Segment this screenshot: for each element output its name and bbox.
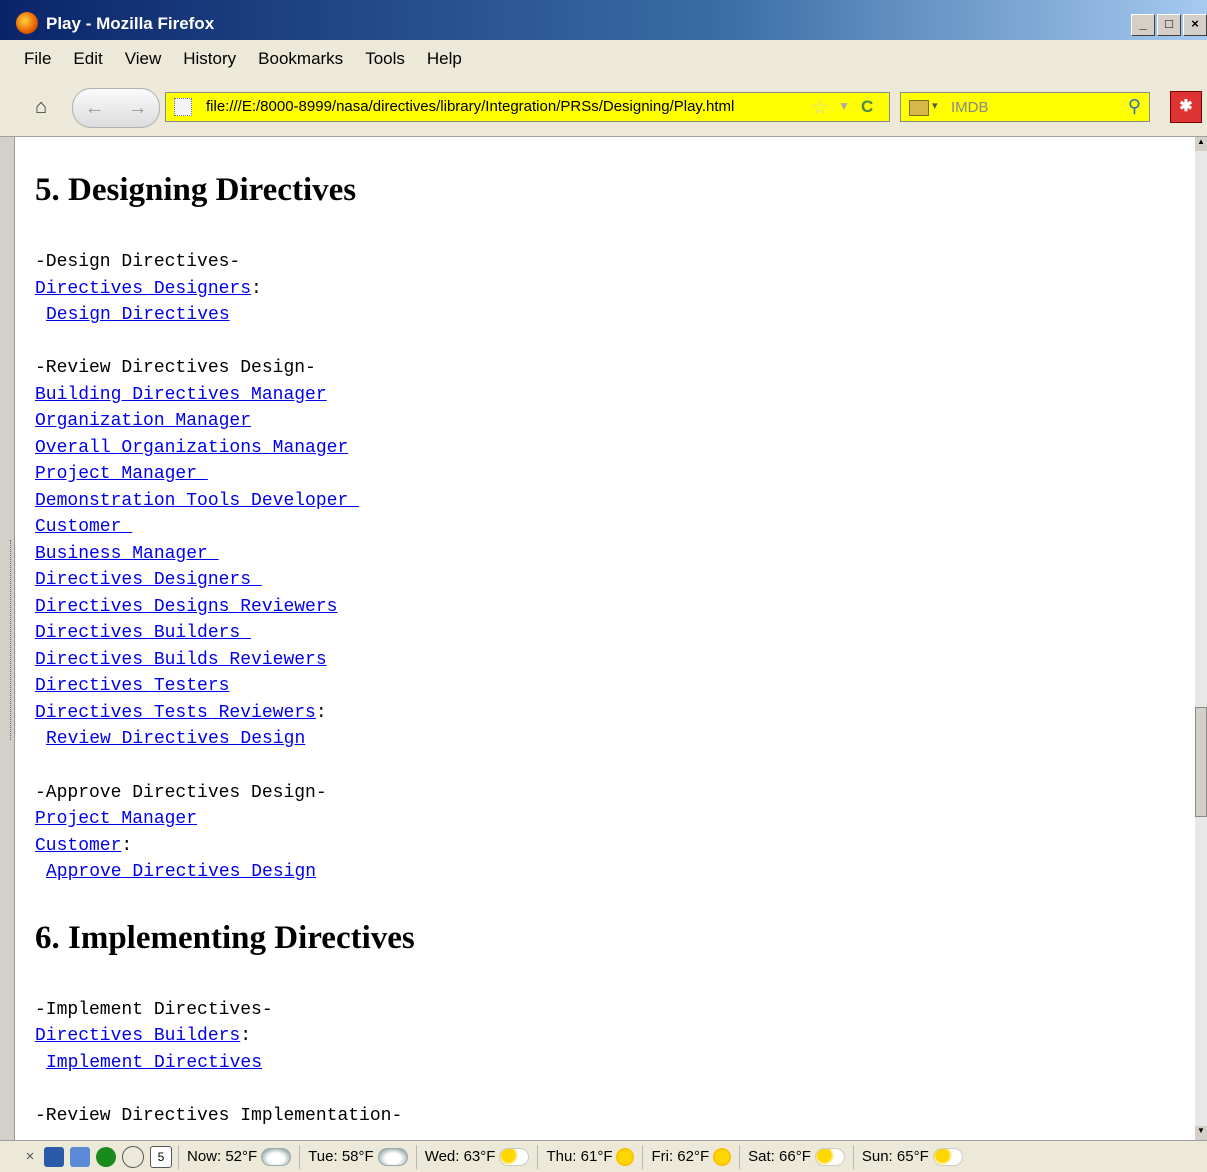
- forecast-thu[interactable]: Thu: 61°F: [537, 1144, 642, 1169]
- role-link[interactable]: Demonstration Tools Developer: [35, 491, 359, 511]
- design-directives-label: -Design Directives-: [35, 252, 241, 272]
- window-title-bar: Play - Mozilla Firefox _ □ ×: [0, 0, 1207, 40]
- menu-history[interactable]: History: [183, 49, 236, 69]
- sp-extension-icon[interactable]: [70, 1146, 90, 1167]
- role-link[interactable]: Project Manager: [35, 464, 208, 484]
- scroll-thumb[interactable]: [1195, 707, 1207, 817]
- role-link[interactable]: Project Manager: [35, 809, 197, 829]
- url-text[interactable]: file:///E:/8000-8999/nasa/directives/lib…: [206, 98, 734, 115]
- role-link[interactable]: Directives Testers: [35, 676, 229, 696]
- search-placeholder[interactable]: IMDB: [951, 99, 989, 116]
- maximize-button[interactable]: □: [1157, 14, 1181, 36]
- design-directives-link[interactable]: Design Directives: [46, 305, 230, 325]
- forward-arrow-icon[interactable]: →: [128, 97, 148, 120]
- back-arrow-icon[interactable]: ←: [85, 97, 105, 120]
- firefox-logo-icon: [16, 12, 38, 34]
- clock-icon[interactable]: [122, 1145, 144, 1168]
- menu-edit[interactable]: Edit: [73, 49, 102, 69]
- role-link[interactable]: Directives Builds Reviewers: [35, 650, 327, 670]
- approve-directives-design-link[interactable]: Approve Directives Design: [46, 862, 316, 882]
- status-bar: × 5 Now: 52°F Tue: 58°F Wed: 63°F Thu: 6…: [0, 1140, 1207, 1172]
- role-line: Directives Designers:: [35, 279, 262, 299]
- review-implementation-label: -Review Directives Implementation-: [35, 1106, 403, 1126]
- review-design-label: -Review Directives Design-: [35, 358, 316, 378]
- role-link[interactable]: Directives Tests Reviewers: [35, 703, 316, 723]
- url-bar[interactable]: file:///E:/8000-8999/nasa/directives/lib…: [165, 92, 890, 122]
- role-link[interactable]: Customer: [35, 517, 132, 537]
- bookmark-star-icon[interactable]: ☆: [811, 95, 829, 120]
- search-bar[interactable]: ▾ IMDB ⚲: [900, 92, 1150, 122]
- section-heading-designing: 5. Designing Directives: [35, 172, 357, 208]
- forecast-fri[interactable]: Fri: 62°F: [642, 1144, 739, 1169]
- addon-button-icon[interactable]: ✱: [1170, 91, 1202, 123]
- forecast-label: Wed: 63°F: [424, 1148, 496, 1165]
- history-dropdown-icon[interactable]: ▼: [838, 99, 850, 113]
- vertical-scrollbar[interactable]: ▲ ▼: [1195, 137, 1207, 1140]
- sun-icon: [713, 1147, 732, 1166]
- role-link[interactable]: Directives Designers: [35, 279, 251, 299]
- role-link[interactable]: Directives Designs Reviewers: [35, 597, 337, 617]
- review-directives-design-link[interactable]: Review Directives Design: [46, 729, 305, 749]
- forecast-sun[interactable]: Sun: 65°F: [852, 1144, 971, 1169]
- cloud-icon: [377, 1147, 408, 1166]
- extension-x-icon[interactable]: [44, 1146, 64, 1167]
- search-engine-icon[interactable]: [909, 100, 929, 116]
- forecast-label: Now: 52°F: [187, 1148, 258, 1165]
- cloud-icon: [261, 1147, 292, 1166]
- close-button[interactable]: ×: [1183, 14, 1207, 36]
- close-statusbar-icon[interactable]: ×: [16, 1148, 44, 1165]
- menu-tools[interactable]: Tools: [365, 49, 405, 69]
- search-magnifier-icon[interactable]: ⚲: [1128, 96, 1141, 117]
- role-link[interactable]: Customer: [35, 836, 121, 856]
- minimize-button[interactable]: _: [1131, 14, 1155, 36]
- home-icon[interactable]: ⌂: [24, 92, 58, 122]
- sidebar-splitter-handle[interactable]: [10, 540, 15, 740]
- partly-cloudy-icon: [932, 1147, 963, 1166]
- reload-icon[interactable]: C: [861, 97, 873, 117]
- forecast-tue[interactable]: Tue: 58°F: [299, 1144, 415, 1169]
- menu-help[interactable]: Help: [427, 49, 462, 69]
- window-title: Play - Mozilla Firefox: [46, 14, 215, 33]
- scroll-up-icon[interactable]: ▲: [1195, 137, 1207, 151]
- role-link[interactable]: Overall Organizations Manager: [35, 438, 348, 458]
- approve-design-label: -Approve Directives Design-: [35, 783, 327, 803]
- role-link[interactable]: Building Directives Manager: [35, 385, 327, 405]
- action-line: Design Directives: [35, 305, 230, 325]
- engine-dropdown-icon[interactable]: ▾: [932, 99, 938, 112]
- forecast-label: Sun: 65°F: [861, 1148, 929, 1165]
- forecast-label: Sat: 66°F: [748, 1148, 811, 1165]
- page-content: 5. Designing Directives -Design Directiv…: [14, 137, 1195, 1140]
- forecast-label: Thu: 61°F: [546, 1148, 613, 1165]
- forecast-wed[interactable]: Wed: 63°F: [415, 1144, 538, 1169]
- scroll-down-icon[interactable]: ▼: [1195, 1126, 1207, 1140]
- implement-directives-link[interactable]: Implement Directives: [46, 1053, 262, 1073]
- forecast-label: Tue: 58°F: [308, 1148, 374, 1165]
- role-link[interactable]: Directives Designers: [35, 570, 262, 590]
- section-heading-implementing: 6. Implementing Directives: [35, 920, 415, 956]
- menu-view[interactable]: View: [125, 49, 162, 69]
- menu-bar: File Edit View History Bookmarks Tools H…: [0, 40, 1207, 78]
- calendar-icon[interactable]: 5: [150, 1145, 172, 1168]
- menu-file[interactable]: File: [24, 49, 51, 69]
- navigation-toolbar: ⌂ ← → file:///E:/8000-8999/nasa/directiv…: [0, 78, 1207, 137]
- role-link[interactable]: Organization Manager: [35, 411, 251, 431]
- partly-cloudy-icon: [499, 1147, 530, 1166]
- site-identity-icon[interactable]: [174, 98, 192, 116]
- green-status-icon[interactable]: [96, 1146, 116, 1167]
- forecast-now[interactable]: Now: 52°F: [178, 1144, 299, 1169]
- role-link[interactable]: Directives Builders: [35, 623, 251, 643]
- partly-cloudy-icon: [814, 1147, 845, 1166]
- forecast-sat[interactable]: Sat: 66°F: [739, 1144, 853, 1169]
- back-forward-group: ← →: [72, 88, 160, 128]
- forecast-label: Fri: 62°F: [651, 1148, 710, 1165]
- implement-directives-label: -Implement Directives-: [35, 1000, 273, 1020]
- sun-icon: [616, 1147, 635, 1166]
- role-link[interactable]: Directives Builders: [35, 1026, 240, 1046]
- menu-bookmarks[interactable]: Bookmarks: [258, 49, 343, 69]
- window-controls: _ □ ×: [1131, 14, 1207, 36]
- role-link[interactable]: Business Manager: [35, 544, 219, 564]
